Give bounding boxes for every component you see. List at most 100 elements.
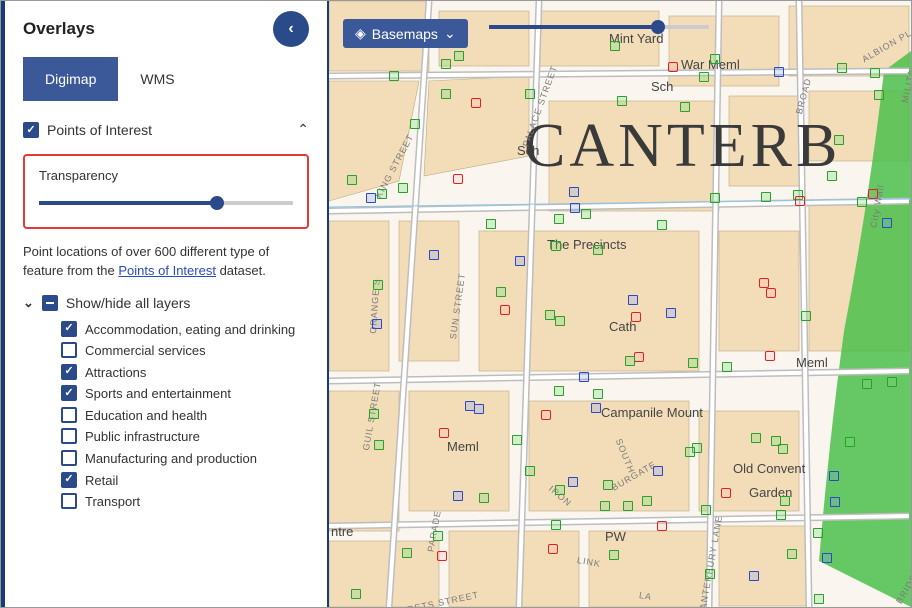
layer-checkbox[interactable]	[61, 364, 77, 380]
poi-marker-icon[interactable]	[795, 196, 805, 206]
poi-marker-icon[interactable]	[609, 550, 619, 560]
showhide-all-checkbox[interactable]	[42, 295, 58, 311]
poi-marker-icon[interactable]	[525, 466, 535, 476]
tab-digimap[interactable]: Digimap	[23, 57, 118, 101]
poi-marker-icon[interactable]	[617, 96, 627, 106]
poi-marker-icon[interactable]	[710, 193, 720, 203]
poi-marker-icon[interactable]	[765, 351, 775, 361]
layer-checkbox[interactable]	[61, 385, 77, 401]
collapse-sidebar-button[interactable]: ‹	[273, 11, 309, 47]
poi-marker-icon[interactable]	[479, 493, 489, 503]
poi-marker-icon[interactable]	[887, 377, 897, 387]
poi-marker-icon[interactable]	[554, 214, 564, 224]
poi-marker-icon[interactable]	[374, 440, 384, 450]
poi-marker-icon[interactable]	[554, 386, 564, 396]
poi-marker-icon[interactable]	[845, 437, 855, 447]
basemap-slider-thumb[interactable]	[651, 20, 665, 34]
poi-marker-icon[interactable]	[780, 496, 790, 506]
poi-marker-icon[interactable]	[525, 89, 535, 99]
poi-marker-icon[interactable]	[548, 544, 558, 554]
poi-marker-icon[interactable]	[829, 471, 839, 481]
layer-checkbox[interactable]	[61, 472, 77, 488]
poi-marker-icon[interactable]	[830, 497, 840, 507]
poi-marker-icon[interactable]	[814, 594, 824, 604]
poi-marker-icon[interactable]	[776, 510, 786, 520]
poi-marker-icon[interactable]	[751, 433, 761, 443]
poi-marker-icon[interactable]	[471, 98, 481, 108]
poi-marker-icon[interactable]	[653, 466, 663, 476]
poi-marker-icon[interactable]	[429, 250, 439, 260]
transparency-slider[interactable]	[39, 201, 293, 205]
poi-marker-icon[interactable]	[721, 488, 731, 498]
poi-marker-icon[interactable]	[827, 171, 837, 181]
poi-marker-icon[interactable]	[837, 63, 847, 73]
poi-marker-icon[interactable]	[593, 245, 603, 255]
poi-marker-icon[interactable]	[372, 319, 382, 329]
poi-marker-icon[interactable]	[579, 372, 589, 382]
poi-marker-icon[interactable]	[373, 280, 383, 290]
poi-marker-icon[interactable]	[551, 520, 561, 530]
poi-marker-icon[interactable]	[882, 218, 892, 228]
poi-marker-icon[interactable]	[699, 72, 709, 82]
poi-marker-icon[interactable]	[862, 379, 872, 389]
poi-marker-icon[interactable]	[433, 531, 443, 541]
layer-checkbox[interactable]	[61, 450, 77, 466]
poi-marker-icon[interactable]	[774, 67, 784, 77]
poi-marker-icon[interactable]	[569, 187, 579, 197]
poi-marker-icon[interactable]	[761, 192, 771, 202]
poi-marker-icon[interactable]	[625, 356, 635, 366]
tab-wms[interactable]: WMS	[118, 57, 196, 101]
poi-marker-icon[interactable]	[600, 501, 610, 511]
poi-marker-icon[interactable]	[593, 389, 603, 399]
poi-marker-icon[interactable]	[402, 548, 412, 558]
poi-marker-icon[interactable]	[512, 435, 522, 445]
poi-marker-icon[interactable]	[642, 496, 652, 506]
poi-marker-icon[interactable]	[591, 403, 601, 413]
map-canvas[interactable]: ◈ Basemaps ⌄ CANTERB Mint YardWar MemlSc…	[329, 1, 911, 607]
poi-marker-icon[interactable]	[705, 569, 715, 579]
poi-marker-icon[interactable]	[749, 571, 759, 581]
poi-marker-icon[interactable]	[787, 549, 797, 559]
poi-marker-icon[interactable]	[441, 89, 451, 99]
poi-marker-icon[interactable]	[366, 193, 376, 203]
poi-marker-icon[interactable]	[610, 41, 620, 51]
poi-marker-icon[interactable]	[581, 209, 591, 219]
poi-marker-icon[interactable]	[389, 71, 399, 81]
poi-marker-icon[interactable]	[657, 521, 667, 531]
layer-checkbox[interactable]	[61, 407, 77, 423]
layer-checkbox[interactable]	[61, 428, 77, 444]
poi-marker-icon[interactable]	[666, 308, 676, 318]
poi-marker-icon[interactable]	[551, 241, 561, 251]
poi-marker-icon[interactable]	[603, 480, 613, 490]
poi-marker-icon[interactable]	[454, 51, 464, 61]
poi-marker-icon[interactable]	[710, 54, 720, 64]
poi-marker-icon[interactable]	[634, 352, 644, 362]
poi-marker-icon[interactable]	[870, 68, 880, 78]
poi-marker-icon[interactable]	[441, 59, 451, 69]
poi-marker-icon[interactable]	[437, 551, 447, 561]
poi-marker-icon[interactable]	[874, 90, 884, 100]
poi-marker-icon[interactable]	[657, 220, 667, 230]
poi-marker-icon[interactable]	[857, 197, 867, 207]
poi-marker-icon[interactable]	[465, 401, 475, 411]
poi-marker-icon[interactable]	[759, 278, 769, 288]
poi-marker-icon[interactable]	[439, 428, 449, 438]
poi-marker-icon[interactable]	[351, 589, 361, 599]
poi-marker-icon[interactable]	[868, 189, 878, 199]
poi-marker-icon[interactable]	[631, 312, 641, 322]
poi-marker-icon[interactable]	[555, 485, 565, 495]
poi-marker-icon[interactable]	[801, 311, 811, 321]
poi-marker-icon[interactable]	[680, 102, 690, 112]
poi-marker-icon[interactable]	[515, 256, 525, 266]
poi-marker-icon[interactable]	[778, 444, 788, 454]
poi-marker-icon[interactable]	[486, 219, 496, 229]
poi-marker-icon[interactable]	[623, 501, 633, 511]
poi-marker-icon[interactable]	[369, 409, 379, 419]
poi-marker-icon[interactable]	[453, 491, 463, 501]
poi-marker-icon[interactable]	[453, 174, 463, 184]
poi-marker-icon[interactable]	[813, 528, 823, 538]
poi-marker-icon[interactable]	[701, 505, 711, 515]
poi-checkbox[interactable]	[23, 122, 39, 138]
poi-marker-icon[interactable]	[822, 553, 832, 563]
poi-marker-icon[interactable]	[834, 135, 844, 145]
